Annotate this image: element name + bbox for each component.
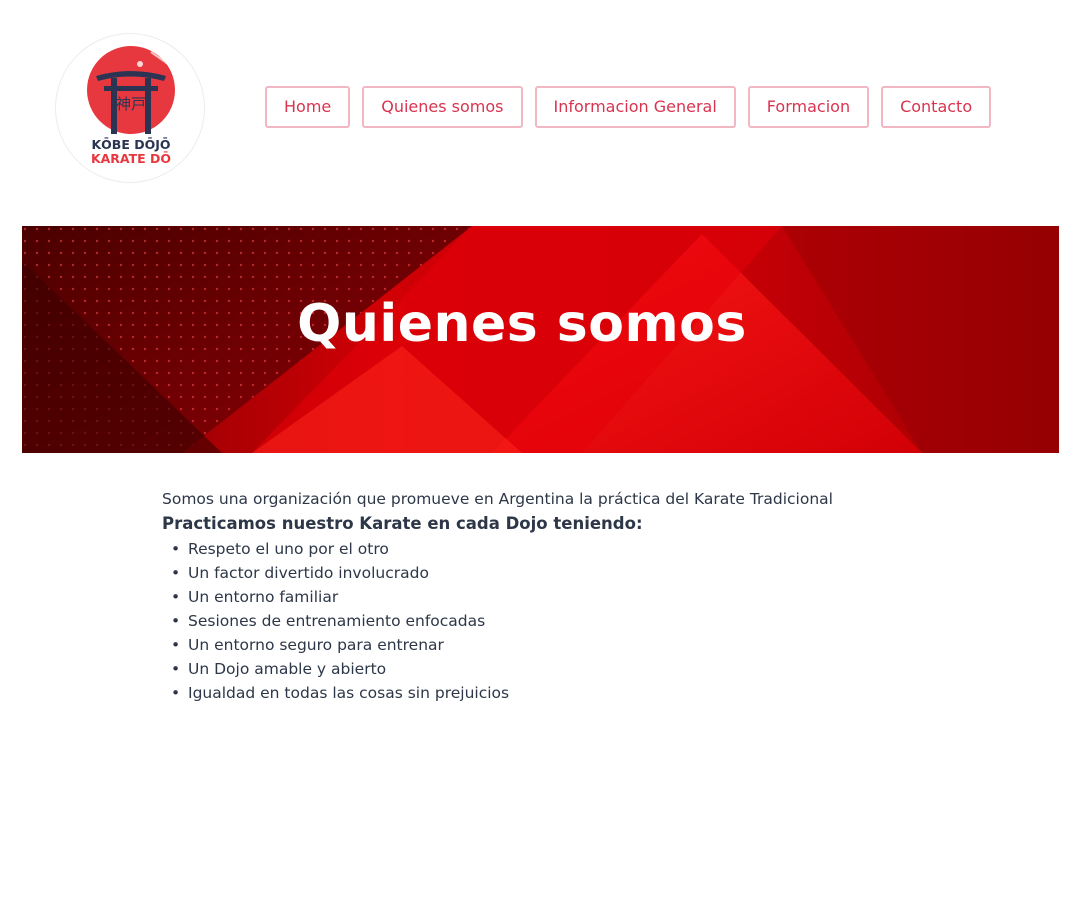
- list-item: • Un Dojo amable y abierto: [162, 657, 922, 681]
- nav-home-button[interactable]: Home: [265, 86, 351, 128]
- logo-text-line2: KARATE DŌ: [91, 151, 171, 166]
- list-item-text: Igualdad en todas las cosas sin prejuici…: [188, 684, 510, 702]
- nav-informacion-general-button[interactable]: Informacion General: [534, 86, 736, 128]
- list-item: • Respeto el uno por el otro: [162, 537, 922, 561]
- list-item-text: Un factor divertido involucrado: [188, 564, 429, 582]
- page-title: Quienes somos: [297, 293, 747, 354]
- main-nav: Home Quienes somos Informacion General F…: [265, 86, 992, 128]
- list-item-text: Respeto el uno por el otro: [188, 540, 389, 558]
- list-item-text: Un Dojo amable y abierto: [188, 660, 387, 678]
- logo-kanji: 神戸: [116, 95, 146, 113]
- nav-formacion-button[interactable]: Formacion: [747, 86, 870, 128]
- bullet-icon: •: [171, 612, 181, 630]
- list-item: • Un entorno familiar: [162, 585, 922, 609]
- site-logo[interactable]: 神戸 KŌBE DŌJŌ KARATE DŌ: [55, 33, 205, 183]
- list-item-text: Un entorno seguro para entrenar: [188, 636, 444, 654]
- bullet-icon: •: [171, 684, 181, 702]
- hero-banner: Quienes somos: [22, 226, 1059, 453]
- main-content: Somos una organización que promueve en A…: [162, 487, 922, 705]
- nav-contacto-button[interactable]: Contacto: [881, 86, 992, 128]
- bullet-icon: •: [171, 636, 181, 654]
- logo-text-line1: KŌBE DŌJŌ: [91, 137, 170, 152]
- intro-text: Somos una organización que promueve en A…: [162, 490, 833, 508]
- torii-logo-icon: 神戸 KŌBE DŌJŌ KARATE DŌ: [87, 40, 175, 166]
- bullet-icon: •: [171, 660, 181, 678]
- bullet-icon: •: [171, 588, 181, 606]
- list-item: • Sesiones de entrenamiento enfocadas: [162, 609, 922, 633]
- feature-list: • Respeto el uno por el otro • Un factor d…: [162, 537, 922, 705]
- list-item: • Un factor divertido involucrado: [162, 561, 922, 585]
- bullet-icon: •: [171, 564, 181, 582]
- list-item-text: Sesiones de entrenamiento enfocadas: [188, 612, 486, 630]
- section-subheading: Practicamos nuestro Karate en cada Dojo …: [162, 514, 643, 533]
- list-item-text: Un entorno familiar: [188, 588, 339, 606]
- bullet-icon: •: [171, 540, 181, 558]
- nav-quienes-somos-button[interactable]: Quienes somos: [362, 86, 523, 128]
- list-item: • Un entorno seguro para entrenar: [162, 633, 922, 657]
- list-item: • Igualdad en todas las cosas sin prejuic…: [162, 681, 922, 705]
